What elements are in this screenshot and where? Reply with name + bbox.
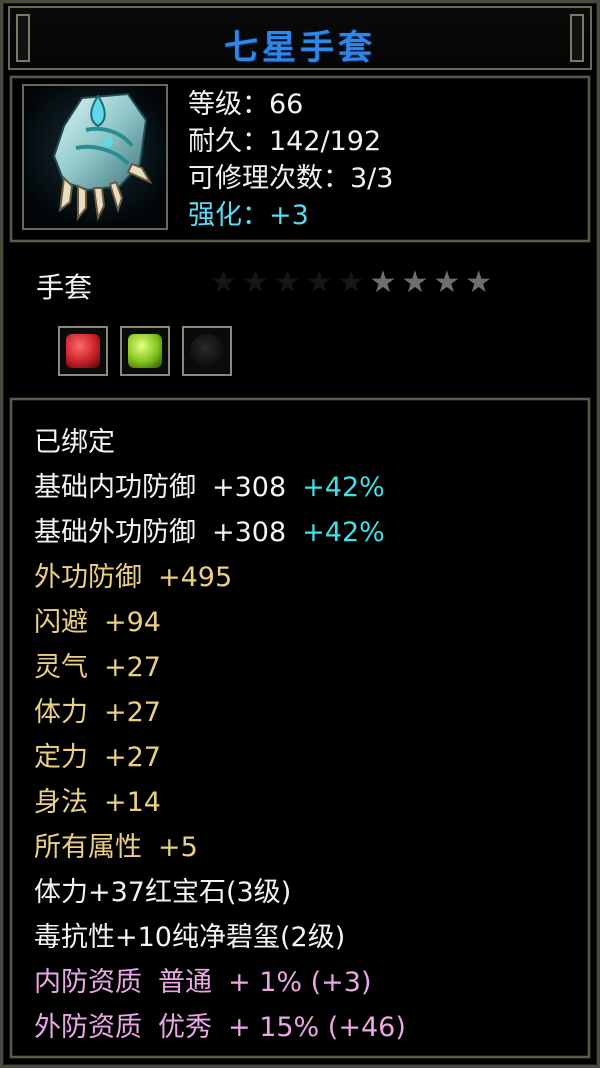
star-icon: ★ [241,265,274,300]
attr-value: +94 [104,607,161,638]
attr-value: +308 [212,472,287,503]
attr-agility: 身法 +14 [34,786,161,820]
gem-bonus-ruby: 体力+37红宝石(3级) [34,877,292,908]
attr-spirit: 灵气 +27 [34,651,161,685]
outer-defense-quality: 外防资质 优秀 + 15% (+46) [34,1011,406,1045]
quality-label: 外防资质 [34,1012,142,1043]
green-gem-socket[interactable] [120,326,170,376]
attr-value: +5 [158,832,198,863]
attr-bonus: +42% [302,517,385,548]
attr-label: 体力 [34,697,88,728]
bound-status: 已绑定 [34,427,115,458]
attr-label: 基础内功防御 [34,472,196,503]
star-icon: ★ [273,265,306,300]
base-inner-defense: 基础内功防御 +308 +42% [34,471,385,505]
star-icon: ★ [465,265,498,300]
ruby-icon [66,334,100,368]
item-icon [22,84,168,230]
star-icon: ★ [401,265,434,300]
attr-label: 身法 [34,787,88,818]
attr-outer-defense: 外功防御 +495 [34,561,232,595]
attr-label: 定力 [34,742,88,773]
star-icon: ★ [337,265,370,300]
star-rating: ★★★★★★★★★ [210,265,497,300]
attr-value: +27 [104,697,161,728]
attr-value: +27 [104,742,161,773]
item-level: 等级：66 [188,89,304,120]
quality-label: 内防资质 [34,967,142,998]
item-type: 手套 [36,271,93,304]
attr-value: +27 [104,652,161,683]
title-bar: 七星手套 [8,6,592,70]
attr-label: 灵气 [34,652,88,683]
attr-label: 基础外功防御 [34,517,196,548]
attr-all-stats: 所有属性 +5 [34,831,198,865]
quality-value: + 15% (+46) [228,1012,406,1043]
quality-grade: 普通 [158,967,212,998]
item-durability: 耐久：142/192 [188,126,382,157]
item-enhance-level: 强化：+3 [188,200,309,231]
attr-stamina: 体力 +27 [34,696,161,730]
red-gem-socket[interactable] [58,326,108,376]
item-repair-count: 可修理次数：3/3 [188,163,394,194]
star-icon: ★ [210,265,242,300]
attr-value: +308 [212,517,287,548]
jade-gem-icon [128,334,162,368]
star-icon: ★ [369,265,402,300]
attr-bonus: +42% [302,472,385,503]
attr-label: 闪避 [34,607,88,638]
inner-defense-quality: 内防资质 普通 + 1% (+3) [34,966,372,1000]
empty-socket-icon [190,334,224,368]
star-icon: ★ [305,265,338,300]
attr-focus: 定力 +27 [34,741,161,775]
attr-label: 外功防御 [34,562,142,593]
quality-grade: 优秀 [158,1012,212,1043]
gauntlet-icon [52,92,153,222]
star-icon: ★ [433,265,466,300]
attr-label: 所有属性 [34,832,142,863]
gem-bonus-tourmaline: 毒抗性+10纯净碧玺(2级) [34,922,346,953]
attr-value: +495 [158,562,233,593]
base-outer-defense: 基础外功防御 +308 +42% [34,516,385,550]
attr-dodge: 闪避 +94 [34,606,161,640]
item-name: 七星手套 [224,28,376,68]
empty-socket[interactable] [182,326,232,376]
attr-value: +14 [104,787,161,818]
quality-value: + 1% (+3) [228,967,372,998]
title-bar-right-cap [570,14,584,62]
